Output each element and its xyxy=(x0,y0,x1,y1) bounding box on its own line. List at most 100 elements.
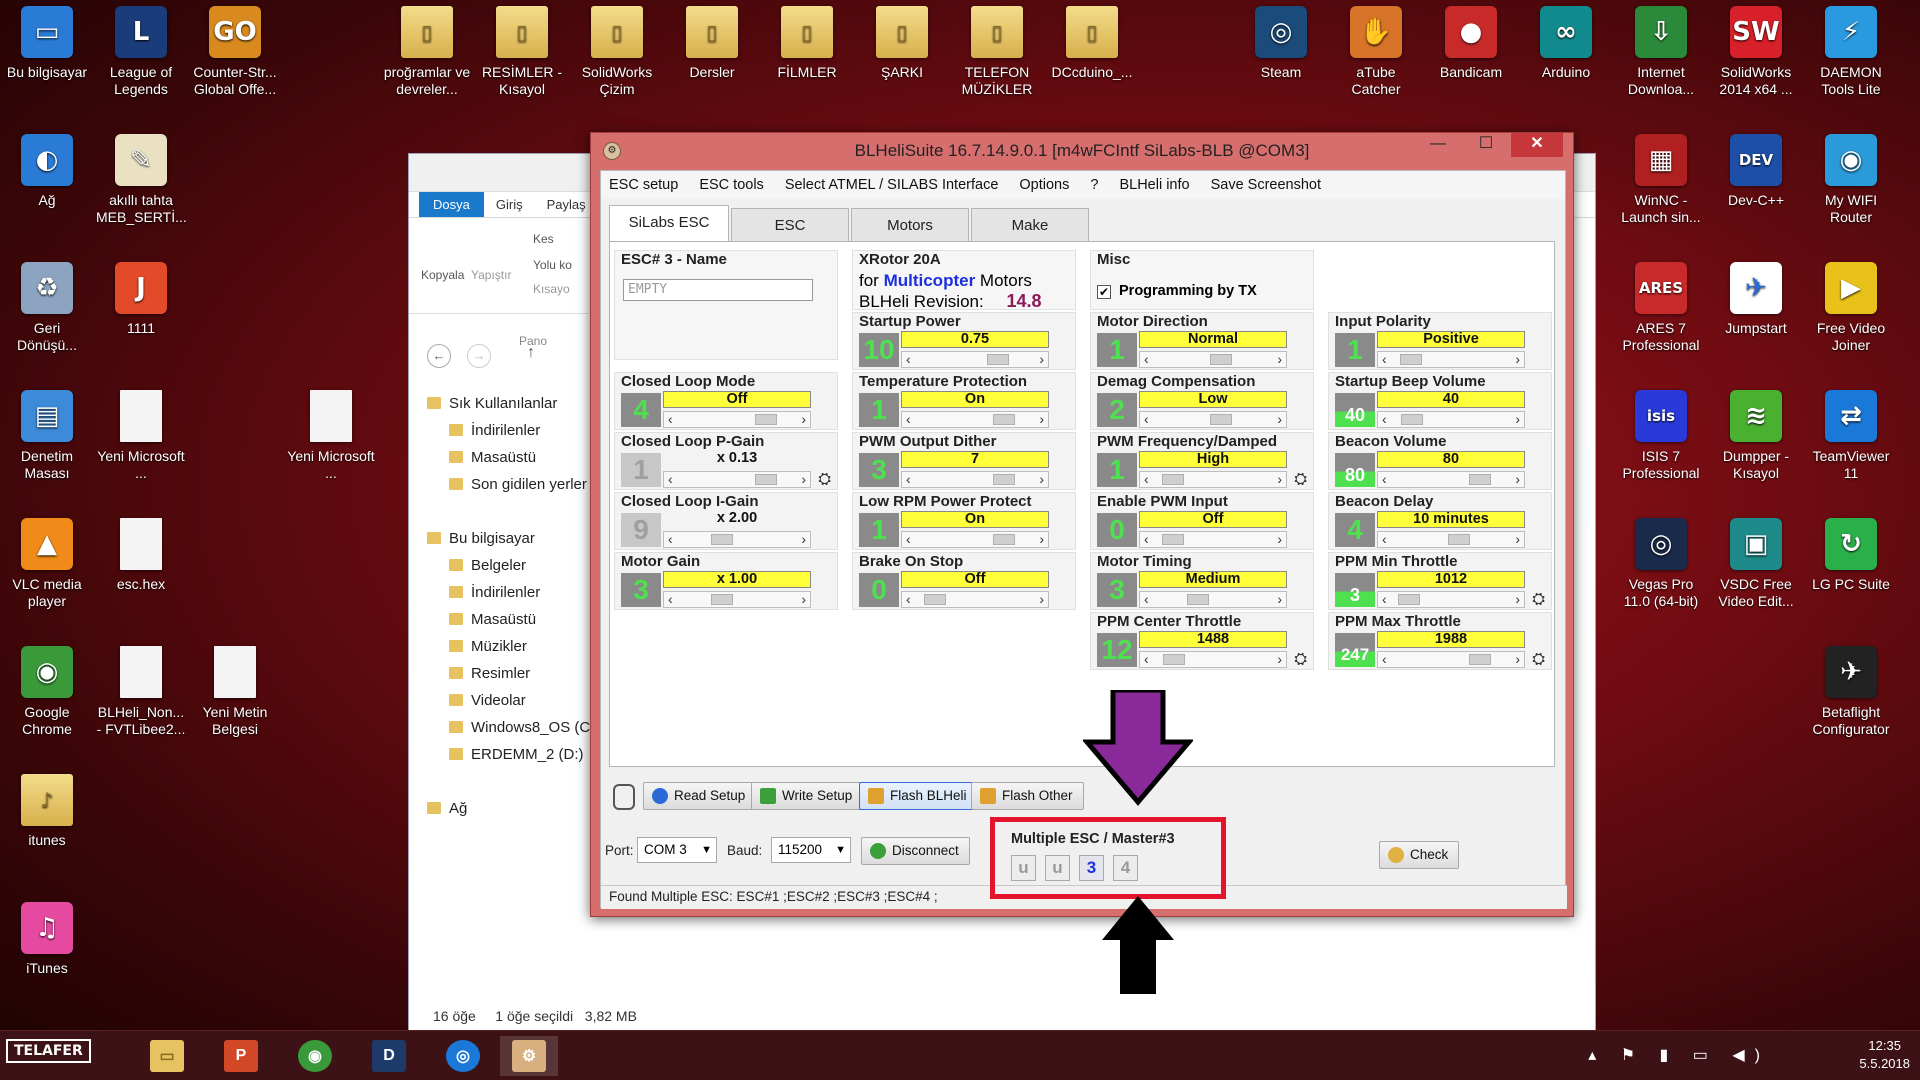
gear-icon[interactable]: ⛭ xyxy=(818,471,831,489)
desktop-icon[interactable]: ◎ Steam xyxy=(1236,6,1326,81)
chevron-right-icon[interactable]: › xyxy=(1039,472,1044,486)
desktop-icon[interactable]: ⚡ DAEMON Tools Lite xyxy=(1806,6,1896,98)
param-slider[interactable]: ‹ › xyxy=(663,471,811,488)
param-slider[interactable]: ‹ › xyxy=(901,531,1049,548)
chevron-right-icon[interactable]: › xyxy=(1039,532,1044,546)
chevron-left-icon[interactable]: ‹ xyxy=(906,472,911,486)
nav-item[interactable]: Masaüstü xyxy=(421,606,594,633)
tab-dosya[interactable]: Dosya xyxy=(419,192,484,217)
gear-icon[interactable]: ⛭ xyxy=(1532,651,1545,669)
chevron-left-icon[interactable]: ‹ xyxy=(1144,592,1149,606)
param-slider[interactable]: ‹ › xyxy=(1377,651,1525,668)
desktop-icon[interactable]: esc.hex xyxy=(96,518,186,593)
desktop-icon[interactable]: ✈ Jumpstart xyxy=(1711,262,1801,337)
chevron-right-icon[interactable]: › xyxy=(1515,472,1520,486)
paste-button[interactable]: Yapıştır xyxy=(471,268,511,282)
slider-thumb[interactable] xyxy=(1401,414,1424,425)
slider-thumb[interactable] xyxy=(1210,414,1233,425)
desktop-icon[interactable]: Yeni Metin Belgesi xyxy=(190,646,280,738)
nav-item[interactable]: Belgeler xyxy=(421,552,594,579)
taskbar-dev[interactable]: D xyxy=(360,1036,418,1076)
nav-item[interactable]: İndirilenler xyxy=(421,579,594,606)
desktop-icon[interactable]: ▯ proğramlar ve devreler... xyxy=(382,6,472,98)
tab-giris[interactable]: Giriş xyxy=(484,192,535,217)
desktop-icon[interactable]: ▲ VLC media player xyxy=(2,518,92,610)
chevron-left-icon[interactable]: ‹ xyxy=(1144,472,1149,486)
desktop-icon[interactable]: ▯ RESİMLER - Kısayol xyxy=(477,6,567,98)
desktop-icon[interactable]: DEV Dev-C++ xyxy=(1711,134,1801,209)
desktop-icon[interactable]: ▯ DCcduino_... xyxy=(1047,6,1137,81)
chevron-left-icon[interactable]: ‹ xyxy=(668,532,673,546)
desktop-icon[interactable]: Yeni Microsoft ... xyxy=(286,390,376,482)
desktop-icon[interactable]: ▯ FİLMLER xyxy=(762,6,852,81)
chevron-left-icon[interactable]: ‹ xyxy=(1382,472,1387,486)
desktop-icon[interactable]: J 1111 xyxy=(96,262,186,337)
chevron-left-icon[interactable]: ‹ xyxy=(668,472,673,486)
slider-thumb[interactable] xyxy=(986,354,1009,365)
chevron-left-icon[interactable]: ‹ xyxy=(1144,532,1149,546)
desktop-icon[interactable]: ▯ Dersler xyxy=(667,6,757,81)
desktop-icon[interactable]: ∞ Arduino xyxy=(1521,6,1611,81)
param-slider[interactable]: ‹ › xyxy=(901,471,1049,488)
up-button[interactable]: ↑ xyxy=(527,344,535,362)
chevron-left-icon[interactable]: ‹ xyxy=(906,412,911,426)
port-select[interactable]: COM 3 ▼ xyxy=(637,837,717,863)
taskbar-powerpoint[interactable]: P xyxy=(212,1036,270,1076)
param-slider[interactable]: ‹ › xyxy=(1139,411,1287,428)
nav-item[interactable]: Sık Kullanılanlar xyxy=(421,390,594,417)
programming-by-tx-checkbox[interactable]: ✔ xyxy=(1097,285,1111,299)
menu-item[interactable]: Save Screenshot xyxy=(1211,177,1321,193)
chevron-left-icon[interactable]: ‹ xyxy=(1382,532,1387,546)
desktop-icon[interactable]: ◉ My WIFI Router xyxy=(1806,134,1896,226)
desktop-icon[interactable]: ↻ LG PC Suite xyxy=(1806,518,1896,593)
chevron-left-icon[interactable]: ‹ xyxy=(668,412,673,426)
slider-thumb[interactable] xyxy=(993,534,1016,545)
slider-thumb[interactable] xyxy=(1210,354,1233,365)
chevron-right-icon[interactable]: › xyxy=(1039,412,1044,426)
param-slider[interactable]: ‹ › xyxy=(901,351,1049,368)
chevron-right-icon[interactable]: › xyxy=(801,412,806,426)
desktop-icon[interactable]: ✋ aTube Catcher xyxy=(1331,6,1421,98)
desktop-icon[interactable]: ▭ Bu bilgisayar xyxy=(2,6,92,81)
chevron-left-icon[interactable]: ‹ xyxy=(1144,652,1149,666)
desktop-icon[interactable]: ≋ Dumpper - Kısayol xyxy=(1711,390,1801,482)
chevron-right-icon[interactable]: › xyxy=(1277,412,1282,426)
nav-item[interactable]: ERDEMM_2 (D:) xyxy=(421,741,594,768)
taskbar-teamviewer[interactable]: ◎ xyxy=(434,1036,492,1076)
slider-thumb[interactable] xyxy=(993,474,1016,485)
slider-thumb[interactable] xyxy=(710,534,733,545)
chevron-right-icon[interactable]: › xyxy=(1039,352,1044,366)
param-slider[interactable]: ‹ › xyxy=(1377,471,1525,488)
slider-thumb[interactable] xyxy=(1186,594,1209,605)
chevron-right-icon[interactable]: › xyxy=(1277,652,1282,666)
check-button[interactable]: Check xyxy=(1379,841,1460,869)
slider-thumb[interactable] xyxy=(710,594,733,605)
desktop-icon[interactable]: ♫ iTunes xyxy=(2,902,92,977)
slider-thumb[interactable] xyxy=(1469,474,1492,485)
chevron-left-icon[interactable]: ‹ xyxy=(1382,412,1387,426)
slider-thumb[interactable] xyxy=(923,594,946,605)
back-button[interactable]: ← xyxy=(427,344,451,368)
nav-item[interactable]: İndirilenler xyxy=(421,417,594,444)
menu-item[interactable]: Select ATMEL / SILABS Interface xyxy=(785,177,999,193)
desktop-icon[interactable]: isis ISIS 7 Professional xyxy=(1616,390,1706,482)
tab[interactable]: ESC overview xyxy=(731,208,849,267)
chevron-right-icon[interactable]: › xyxy=(801,592,806,606)
tab[interactable]: Motors xyxy=(851,208,969,241)
chevron-left-icon[interactable]: ‹ xyxy=(1382,652,1387,666)
desktop-icon[interactable]: ▯ TELEFON MÜZİKLER xyxy=(952,6,1042,98)
tab[interactable]: SiLabs ESC Setup xyxy=(609,205,729,264)
taskbar-blheli[interactable]: ⚙ xyxy=(500,1036,558,1076)
taskbar-explorer[interactable]: ▭ xyxy=(138,1036,196,1076)
chevron-right-icon[interactable]: › xyxy=(1277,592,1282,606)
chevron-right-icon[interactable]: › xyxy=(1277,352,1282,366)
desktop-icon[interactable]: ▯ ŞARKI xyxy=(857,6,947,81)
chevron-left-icon[interactable]: ‹ xyxy=(1382,352,1387,366)
slider-thumb[interactable] xyxy=(1399,354,1422,365)
nav-item[interactable]: Videolar xyxy=(421,687,594,714)
desktop-icon[interactable]: ♪ itunes xyxy=(2,774,92,849)
param-slider[interactable]: ‹ › xyxy=(1377,351,1525,368)
tab-paylas[interactable]: Paylaş xyxy=(535,192,598,217)
slider-thumb[interactable] xyxy=(755,414,778,425)
nav-item[interactable]: Müzikler xyxy=(421,633,594,660)
